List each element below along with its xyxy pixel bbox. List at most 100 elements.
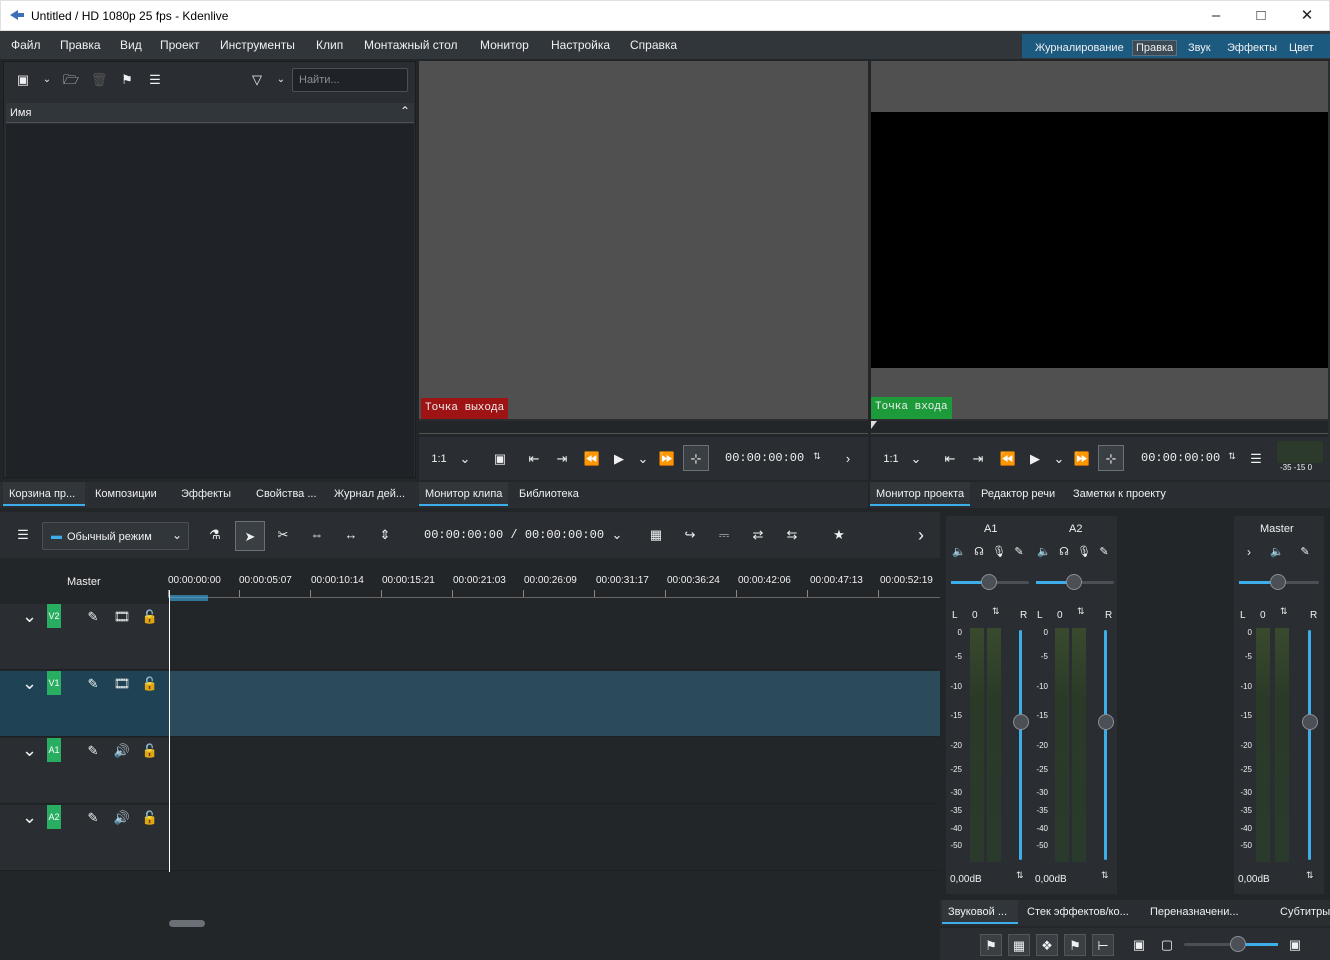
- tab-library[interactable]: Библиотека: [513, 482, 585, 506]
- menu-view[interactable]: Вид: [120, 38, 142, 52]
- forward-icon[interactable]: ⏩: [1073, 450, 1091, 468]
- speaker-icon[interactable]: 🔊: [113, 742, 131, 760]
- project-ruler[interactable]: [871, 421, 1328, 437]
- bin-list[interactable]: [6, 124, 414, 477]
- gain-value[interactable]: 0,00dB: [1035, 874, 1067, 885]
- timecode-spinner-icon[interactable]: ⇅: [1223, 447, 1241, 465]
- spinner-icon[interactable]: ⇅: [1306, 870, 1314, 881]
- play-options-icon[interactable]: ⌄: [1050, 450, 1068, 468]
- film-icon[interactable]: ▦: [1008, 934, 1030, 956]
- tab-effect-stack[interactable]: Стек эффектов/ко...: [1021, 900, 1135, 924]
- clip-monitor-screen[interactable]: [419, 61, 868, 419]
- collapse-chevron-icon[interactable]: ⌄: [22, 606, 37, 627]
- workspace-edit[interactable]: Правка: [1132, 40, 1178, 56]
- extract-icon[interactable]: ⇆: [783, 526, 801, 544]
- menu-icon[interactable]: ☰: [146, 71, 164, 89]
- volume-knob[interactable]: [1302, 714, 1318, 730]
- chevron-right-icon[interactable]: ›: [1240, 543, 1258, 561]
- snap-icon[interactable]: ⚗: [206, 526, 224, 544]
- tab-undo-history[interactable]: Журнал дей...: [328, 482, 411, 506]
- workspace-effects[interactable]: Эффекты: [1224, 42, 1280, 54]
- workspace-logging[interactable]: Журналирование: [1032, 42, 1127, 54]
- menu-settings[interactable]: Настройка: [551, 38, 610, 52]
- zoom-chevron-icon[interactable]: ⌄: [907, 450, 925, 468]
- clip-timecode[interactable]: 00:00:00:00: [725, 451, 804, 465]
- film-icon[interactable]: 🎞: [113, 608, 131, 626]
- spinner-icon[interactable]: ⇅: [1016, 870, 1024, 881]
- zoom-slider-knob[interactable]: [1230, 936, 1246, 952]
- filter-icon[interactable]: ▽: [248, 71, 266, 89]
- tab-effects[interactable]: Эффекты: [175, 482, 237, 506]
- gain-value[interactable]: 0,00dB: [1238, 874, 1270, 885]
- set-out-icon[interactable]: ⇥: [969, 450, 987, 468]
- edit-mode-select[interactable]: ▬ Обычный режим ⌄: [42, 522, 189, 550]
- zoom-label[interactable]: 1:1: [427, 450, 451, 468]
- spinner-icon[interactable]: ⇅: [992, 606, 1000, 617]
- playhead-line[interactable]: [169, 590, 170, 872]
- effects-wand-icon[interactable]: ✎: [1010, 543, 1028, 561]
- effects-wand-icon[interactable]: ✎: [1296, 543, 1314, 561]
- mute-icon[interactable]: 🔈: [1035, 543, 1053, 561]
- set-in-icon[interactable]: ⇤: [941, 450, 959, 468]
- lock-icon[interactable]: 🔓: [141, 608, 159, 626]
- workspace-audio[interactable]: Звук: [1185, 42, 1214, 54]
- track-v1[interactable]: [170, 671, 940, 737]
- balance-value[interactable]: 0: [1057, 610, 1063, 621]
- balance-knob[interactable]: [981, 574, 997, 590]
- tab-project-monitor[interactable]: Монитор проекта: [870, 482, 971, 506]
- solo-headphones-icon[interactable]: ☊: [970, 543, 988, 561]
- tab-clip-monitor[interactable]: Монитор клипа: [419, 482, 509, 506]
- overwrite-icon[interactable]: ⎓: [715, 526, 733, 544]
- track-a1[interactable]: [170, 738, 940, 804]
- minimize-button[interactable]: –: [1202, 5, 1230, 27]
- tab-speech-editor[interactable]: Редактор речи: [975, 482, 1061, 506]
- lock-icon[interactable]: 🔓: [141, 742, 159, 760]
- track-a2[interactable]: [170, 805, 940, 871]
- chevron-right-icon[interactable]: ›: [839, 450, 857, 468]
- zoom-out-icon[interactable]: ▢: [1158, 936, 1176, 954]
- volume-fader[interactable]: [1019, 630, 1022, 860]
- menu-help[interactable]: Справка: [630, 38, 677, 52]
- speaker-icon[interactable]: 🔊: [113, 809, 131, 827]
- record-mic-icon[interactable]: 🎙: [1075, 543, 1093, 561]
- insert-icon[interactable]: ↪: [681, 526, 699, 544]
- timeline-position[interactable]: 00:00:00:00 / 00:00:00:00: [424, 528, 604, 542]
- set-in-icon[interactable]: ⇤: [525, 450, 543, 468]
- volume-fader[interactable]: [1104, 630, 1107, 860]
- maximize-button[interactable]: □: [1247, 5, 1275, 27]
- effect-wand-icon[interactable]: ✎: [84, 675, 102, 693]
- spinner-icon[interactable]: ⇅: [1077, 606, 1085, 617]
- zoom-label[interactable]: 1:1: [879, 450, 903, 468]
- menu-icon[interactable]: ☰: [1247, 450, 1265, 468]
- menu-clip[interactable]: Клип: [316, 38, 343, 52]
- zoom-chevron-icon[interactable]: ⌄: [456, 450, 474, 468]
- rewind-icon[interactable]: ⏪: [999, 450, 1017, 468]
- clip-ruler[interactable]: [419, 421, 868, 437]
- record-mic-icon[interactable]: 🎙: [990, 543, 1008, 561]
- menu-project[interactable]: Проект: [160, 38, 200, 52]
- master-label[interactable]: Master: [67, 576, 101, 588]
- film-icon[interactable]: 🎞: [113, 675, 131, 693]
- tab-properties[interactable]: Свойства ...: [250, 482, 323, 506]
- favorite-icon[interactable]: ★: [830, 526, 848, 544]
- effect-wand-icon[interactable]: ✎: [84, 608, 102, 626]
- menu-edit[interactable]: Правка: [60, 38, 101, 52]
- collapse-chevron-icon[interactable]: ⌄: [22, 740, 37, 761]
- tag-icon[interactable]: ⚑: [118, 71, 136, 89]
- volume-knob[interactable]: [1098, 714, 1114, 730]
- tab-remap[interactable]: Переназначени...: [1144, 900, 1245, 924]
- tab-project-bin[interactable]: Корзина пр...: [3, 482, 85, 506]
- menu-timeline[interactable]: Монтажный стол: [364, 38, 458, 52]
- gain-value[interactable]: 0,00dB: [950, 874, 982, 885]
- filter-chevron-icon[interactable]: ⌄: [272, 71, 290, 89]
- timecode-spinner-icon[interactable]: ⇅: [808, 447, 826, 465]
- lock-icon[interactable]: 🔓: [141, 809, 159, 827]
- menu-file[interactable]: Файл: [11, 38, 41, 52]
- slip-tool-icon[interactable]: ⇕: [376, 526, 394, 544]
- project-monitor-screen[interactable]: [871, 112, 1328, 368]
- track-settings-icon[interactable]: ☰: [14, 526, 32, 544]
- balance-knob[interactable]: [1270, 574, 1286, 590]
- track-label[interactable]: V2: [47, 604, 61, 628]
- play-icon[interactable]: ▶: [610, 450, 628, 468]
- lift-icon[interactable]: ⇄: [749, 526, 767, 544]
